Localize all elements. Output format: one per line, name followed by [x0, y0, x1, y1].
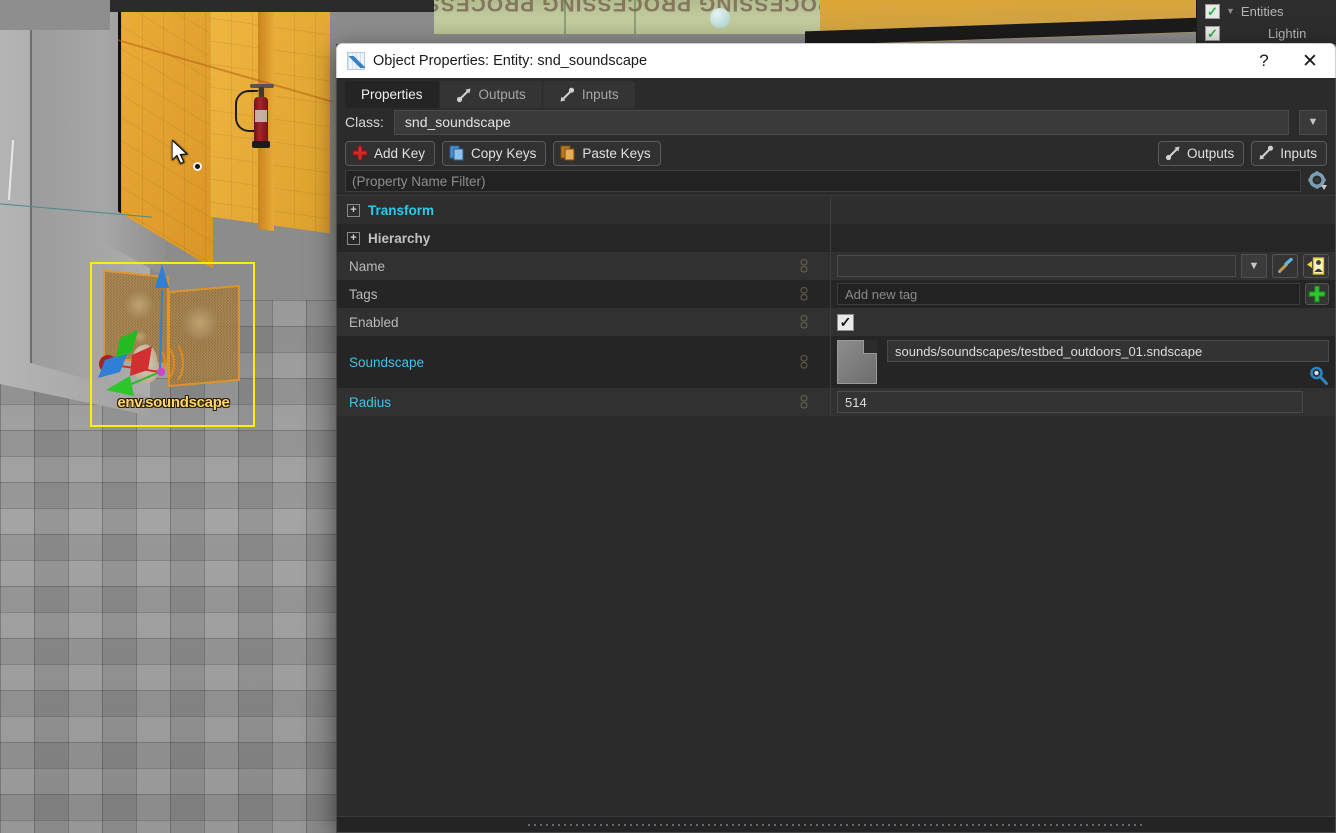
copy-keys-label: Copy Keys: [471, 145, 537, 161]
add-tag-input[interactable]: Add new tag: [837, 283, 1300, 305]
class-value[interactable]: snd_soundscape: [393, 109, 1289, 135]
group-label: Transform: [368, 202, 435, 218]
link-chain-icon: [800, 286, 808, 301]
soundscape-path-input[interactable]: sounds/soundscapes/testbed_outdoors_01.s…: [887, 340, 1329, 362]
outliner-item-label: Entities: [1240, 3, 1284, 19]
paste-keys-button[interactable]: Paste Keys: [553, 140, 661, 166]
output-arrow-icon: [1165, 145, 1181, 161]
outliner-item-entities[interactable]: ✓ ▼ Entities: [1197, 0, 1336, 22]
outliner-panel[interactable]: ✓ ▼ Entities ✓ Lightin: [1196, 0, 1336, 46]
property-label-text: Radius: [349, 394, 392, 410]
property-label-text: Tags: [349, 286, 378, 302]
input-arrow-icon: [559, 87, 575, 103]
resize-grip[interactable]: [526, 821, 1146, 828]
dialog-statusbar: [337, 816, 1335, 832]
class-row[interactable]: Class: snd_soundscape ▼: [337, 108, 1335, 136]
viewport-green-wall: PROCESSING PROCESSING PROCESSING: [434, 0, 824, 34]
outliner-item-lighting[interactable]: ✓ Lightin: [1197, 22, 1336, 44]
tab-properties[interactable]: Properties: [345, 81, 439, 108]
property-label: Tags: [337, 280, 831, 308]
hammer-grid-icon: [347, 52, 365, 70]
group-header[interactable]: + Hierarchy: [337, 224, 831, 252]
add-tag-button[interactable]: [1305, 283, 1329, 305]
property-filter-input[interactable]: (Property Name Filter): [345, 170, 1301, 192]
cursor-drag-dot: [193, 162, 202, 171]
eyedropper-button[interactable]: [1272, 254, 1298, 278]
radius-input[interactable]: 514: [837, 391, 1303, 413]
property-group-transform[interactable]: + Transform: [337, 196, 1335, 224]
close-button[interactable]: ✕: [1287, 44, 1333, 78]
outputs-button[interactable]: Outputs: [1157, 140, 1245, 166]
copy-icon: [449, 145, 465, 161]
property-label-text: Soundscape: [349, 354, 425, 370]
property-label: Soundscape: [337, 336, 831, 388]
property-row-enabled[interactable]: Enabled ✓: [337, 308, 1335, 336]
transform-gizmo[interactable]: [90, 260, 260, 405]
expander-plus-icon[interactable]: +: [347, 231, 360, 245]
property-label: Name: [337, 252, 831, 280]
chevron-down-icon[interactable]: ▼: [1299, 109, 1327, 135]
dialog-title: Object Properties: Entity: snd_soundscap…: [373, 53, 648, 69]
object-properties-dialog[interactable]: Object Properties: Entity: snd_soundscap…: [336, 43, 1336, 833]
output-arrow-icon: [456, 87, 472, 103]
filter-row[interactable]: (Property Name Filter): [337, 170, 1335, 195]
property-row-name[interactable]: Name ▼: [337, 252, 1335, 280]
tab-label: Inputs: [581, 87, 619, 102]
gear-icon[interactable]: [1305, 170, 1331, 192]
tab-label: Outputs: [478, 87, 526, 102]
property-row-radius[interactable]: Radius 514: [337, 388, 1335, 416]
name-input[interactable]: [837, 255, 1236, 277]
enabled-checkbox[interactable]: ✓: [837, 313, 854, 331]
inputs-label: Inputs: [1280, 145, 1317, 161]
outliner-item-label: Lightin: [1268, 25, 1307, 41]
paste-keys-label: Paste Keys: [582, 145, 651, 161]
keys-toolbar[interactable]: Add Key Copy Keys Paste Keys Outputs Inp…: [337, 136, 1335, 170]
viewport-light-ball: [710, 8, 730, 28]
property-group-hierarchy[interactable]: + Hierarchy: [337, 224, 1335, 252]
red-plus-icon: [352, 145, 368, 161]
name-dropdown-button[interactable]: ▼: [1241, 254, 1267, 278]
link-chain-icon: [800, 258, 808, 273]
paste-icon: [560, 145, 576, 161]
inputs-button[interactable]: Inputs: [1251, 140, 1327, 166]
property-label-text: Name: [349, 258, 386, 274]
property-list[interactable]: + Transform + Hierarchy Name ▼ Tags Add …: [337, 195, 1335, 816]
dialog-titlebar[interactable]: Object Properties: Entity: snd_soundscap…: [336, 43, 1336, 78]
property-row-tags[interactable]: Tags Add new tag: [337, 280, 1335, 308]
help-button[interactable]: ?: [1241, 44, 1287, 78]
link-chain-icon: [800, 354, 808, 369]
group-label: Hierarchy: [368, 230, 431, 246]
link-chain-icon: [800, 314, 808, 329]
outputs-label: Outputs: [1186, 145, 1235, 161]
copy-keys-button[interactable]: Copy Keys: [442, 140, 547, 166]
tab-label: Properties: [361, 87, 423, 102]
chevron-down-icon[interactable]: ▼: [1226, 6, 1235, 16]
link-chain-icon: [800, 394, 808, 409]
entities-checkbox[interactable]: ✓: [1205, 3, 1220, 19]
add-key-label: Add Key: [374, 145, 426, 161]
viewport-wall-text: PROCESSING PROCESSING PROCESSING: [434, 0, 824, 15]
add-key-button[interactable]: Add Key: [345, 140, 436, 166]
tab-outputs[interactable]: Outputs: [439, 81, 542, 108]
property-label-text: Enabled: [349, 314, 399, 330]
lighting-checkbox[interactable]: ✓: [1205, 25, 1220, 41]
tab-inputs[interactable]: Inputs: [542, 81, 635, 108]
entity-label: env.soundscape: [117, 394, 230, 411]
class-label: Class:: [345, 114, 384, 130]
file-thumbnail-icon: [837, 340, 877, 384]
property-row-soundscape[interactable]: Soundscape sounds/soundscapes/testbed_ou…: [337, 336, 1335, 388]
pick-entity-button[interactable]: [1303, 254, 1329, 278]
group-header[interactable]: + Transform: [337, 196, 831, 224]
input-arrow-icon: [1258, 145, 1274, 161]
dialog-tabs[interactable]: Properties Outputs Inputs: [337, 78, 1335, 108]
viewport-top-gray-block: [0, 0, 110, 30]
expander-plus-icon[interactable]: +: [347, 203, 360, 217]
property-label: Radius: [337, 388, 831, 416]
property-label: Enabled: [337, 308, 831, 336]
